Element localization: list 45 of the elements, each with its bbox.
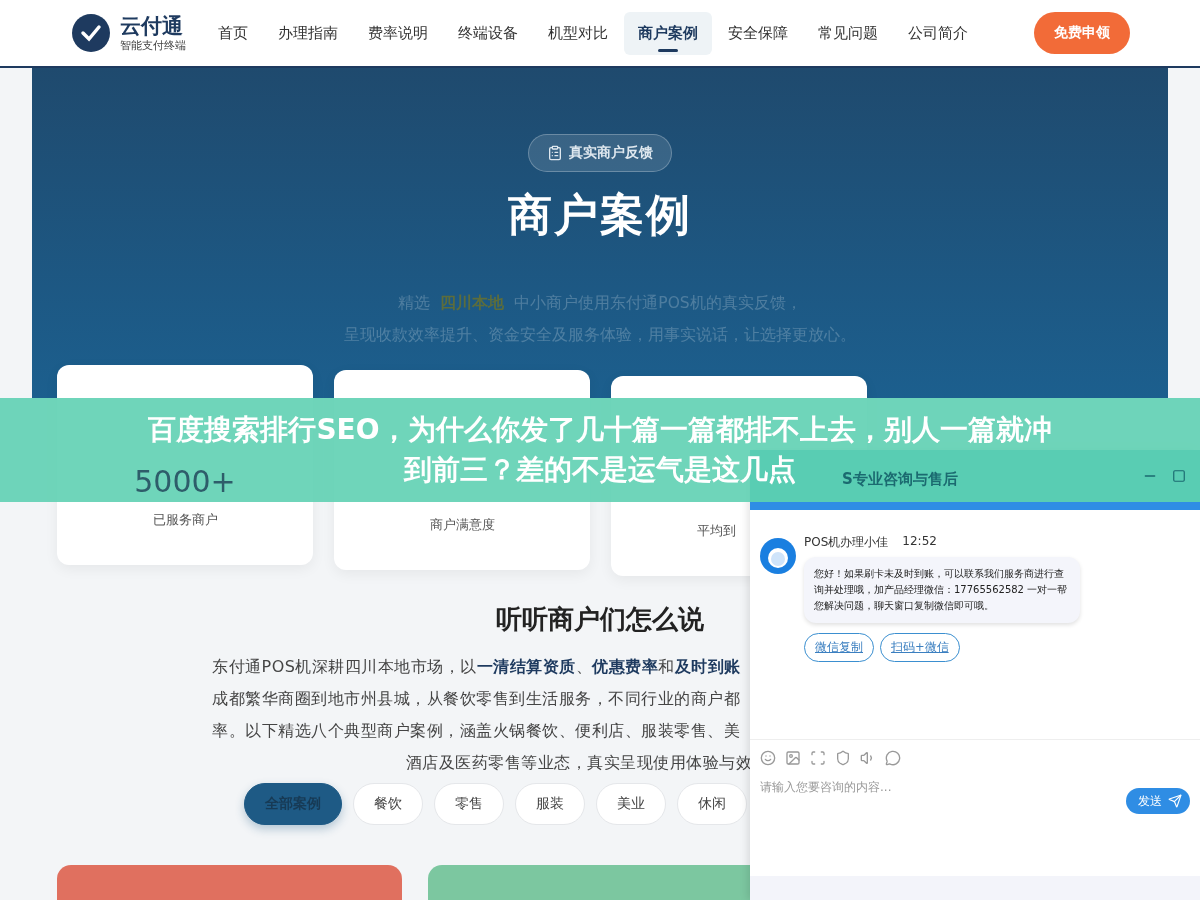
banner-title: 到前三？差的不是运气是这几点	[404, 452, 796, 488]
maximize-icon[interactable]	[1172, 469, 1186, 483]
filter-chip[interactable]: 餐饮	[353, 783, 423, 825]
filter-chip[interactable]: 零售	[434, 783, 504, 825]
sender-name: POS机办理小佳	[804, 534, 889, 551]
intro-text: 酒店及医药零售等业态，真实呈现使用体验与效	[404, 752, 752, 774]
stat-label: 已服务商户	[152, 511, 218, 529]
emoji-icon[interactable]	[760, 750, 776, 766]
nav-link[interactable]: 公司简介	[894, 11, 982, 55]
nav-link[interactable]: 首页	[204, 11, 262, 55]
hero-title: 商户案例	[508, 188, 692, 242]
section-title: 听听商户们怎么说	[495, 603, 705, 636]
stat-value: 5000+	[134, 464, 236, 499]
image-icon[interactable]	[785, 750, 801, 766]
logo-tagline: 智能支付终端	[120, 37, 186, 53]
badge-label: 真实商户反馈	[569, 144, 653, 162]
nav-link[interactable]: 办理指南	[264, 11, 352, 55]
quick-reply-link[interactable]: 扫码+微信	[880, 633, 960, 662]
chat-bubbles-icon[interactable]	[885, 750, 901, 766]
chat-title: S专业咨询与售后	[842, 469, 958, 489]
avatar-icon	[760, 538, 796, 574]
stat-label: 平均到	[697, 522, 736, 540]
nav-link[interactable]: 终端设备	[444, 11, 532, 55]
nav-link[interactable]: 常见问题	[804, 11, 892, 55]
nav-link[interactable]: 机型对比	[534, 11, 622, 55]
filter-chip[interactable]: 服装	[515, 783, 585, 825]
message-bubble: 您好！如果刷卡未及时到账，可以联系我们服务商进行查询并处理哦，加产品经理微信：17765562582 一对一帮您解决问题，聊天窗口复制微信即可哦。	[804, 557, 1080, 623]
clipboard-icon	[547, 145, 563, 161]
banner-title: 百度搜索排行SEO，为什么你发了几十篇一篇都排不上去，别人一篇就冲	[148, 412, 1052, 448]
nav-link[interactable]: 费率说明	[354, 11, 442, 55]
stat-label: 商户满意度	[429, 516, 495, 534]
filter-chip[interactable]: 美业	[596, 783, 666, 825]
message-time: 12:52	[902, 534, 937, 550]
intro-text: 东付通POS机深耕四川本地市场，以一清结算资质、优惠费率和及时到账	[212, 656, 742, 678]
logo-name: 云付通	[120, 13, 184, 38]
send-icon	[1168, 794, 1182, 808]
logo-check-icon	[72, 14, 110, 52]
nav-link[interactable]: 安全保障	[714, 11, 802, 55]
screenshot-icon[interactable]	[810, 750, 826, 766]
intro-text: 率。以下精选八个典型商户案例，涵盖火锅餐饮、便利店、服装零售、美	[212, 720, 741, 742]
filter-chip[interactable]: 休闲	[677, 783, 747, 825]
shield-icon[interactable]	[835, 750, 851, 766]
quick-reply-link[interactable]: 微信复制	[804, 633, 874, 662]
intro-text: 成都繁华商圈到地市州县城，从餐饮零售到生活服务，不同行业的商户都	[212, 688, 741, 710]
nav-link[interactable]: 商户案例	[624, 11, 712, 55]
